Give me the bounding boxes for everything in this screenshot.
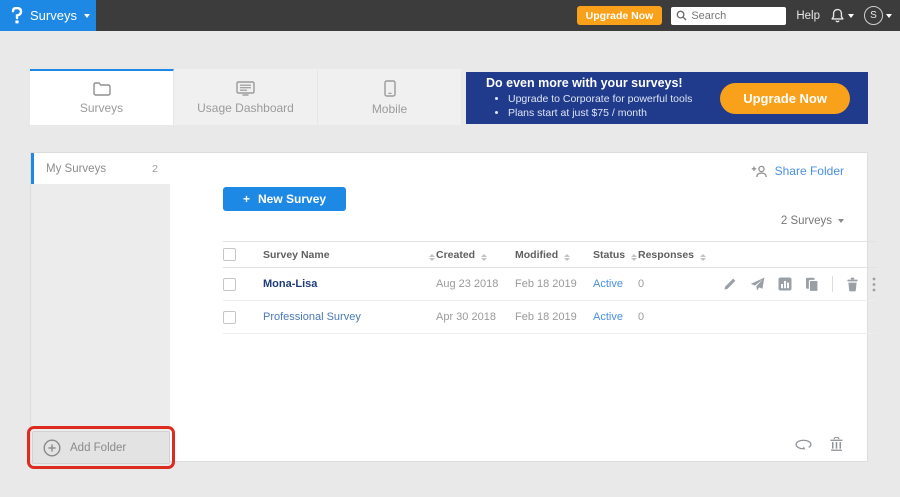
tab-usage-dashboard[interactable]: Usage Dashboard	[174, 69, 318, 125]
modified-date: Feb 18 2019	[515, 311, 593, 323]
share-folder-label: Share Folder	[775, 164, 844, 178]
tab-label: Usage Dashboard	[197, 101, 294, 115]
chevron-down-icon	[838, 219, 844, 223]
created-date: Aug 23 2018	[436, 278, 515, 290]
avatar: S	[864, 6, 883, 25]
column-header-status[interactable]: Status	[593, 249, 638, 261]
account-menu[interactable]: S	[864, 6, 892, 25]
plus-icon: +	[243, 192, 250, 206]
search-icon	[676, 10, 687, 21]
sort-icon[interactable]	[481, 254, 487, 261]
column-header-modified[interactable]: Modified	[515, 249, 593, 261]
created-date: Apr 30 2018	[436, 311, 515, 323]
upgrade-now-button[interactable]: Upgrade Now	[577, 6, 663, 25]
row-actions	[708, 276, 876, 292]
table-row: Professional Survey Apr 30 2018 Feb 18 2…	[223, 301, 876, 334]
chevron-down-icon	[848, 14, 854, 18]
new-survey-label: New Survey	[258, 192, 326, 206]
promo-bullets: Upgrade to Corporate for powerful tools …	[508, 92, 720, 120]
column-header-responses[interactable]: Responses	[638, 249, 708, 261]
row-checkbox[interactable]	[223, 278, 236, 291]
folder-icon	[93, 82, 111, 96]
select-all-checkbox[interactable]	[223, 248, 236, 261]
table-header-row: Survey Name Created Modified Status Resp…	[223, 241, 876, 268]
column-header-survey-name[interactable]: Survey Name	[263, 249, 423, 261]
send-icon[interactable]	[750, 277, 765, 291]
proprofs-logo-icon	[10, 7, 23, 24]
tab-surveys[interactable]: Surveys	[30, 69, 174, 125]
responses-count: 0	[638, 311, 708, 323]
actions-divider	[832, 276, 833, 292]
tab-label: Surveys	[80, 101, 123, 115]
survey-name-link[interactable]: Mona-Lisa	[263, 278, 317, 290]
plus-circle-icon	[43, 439, 61, 457]
product-name: Surveys	[30, 8, 77, 23]
status-badge[interactable]: Active	[593, 311, 623, 323]
sort-icon[interactable]	[700, 254, 706, 261]
annotation-highlight-box: Add Folder	[27, 426, 175, 469]
promo-banner: Do even more with your surveys! Upgrade …	[466, 72, 868, 124]
help-link[interactable]: Help	[796, 10, 820, 22]
surveys-content: Share Folder + New Survey 2 Surveys Surve…	[170, 153, 867, 461]
share-person-icon	[751, 165, 768, 178]
folder-count-badge: 2	[152, 163, 158, 175]
column-header-created[interactable]: Created	[436, 249, 515, 261]
add-folder-label: Add Folder	[70, 442, 126, 454]
search-box[interactable]	[671, 7, 786, 25]
responses-count: 0	[638, 278, 708, 290]
reports-icon[interactable]	[778, 277, 792, 291]
folders-sidebar: My Surveys 2 Add Folder	[31, 153, 170, 461]
surveys-panel: My Surveys 2 Add Folder Share Folder + Ne…	[30, 152, 868, 462]
modified-date: Feb 18 2019	[515, 278, 593, 290]
delete-icon[interactable]	[846, 277, 859, 292]
sort-icon[interactable]	[423, 249, 436, 261]
survey-count-dropdown[interactable]: 2 Surveys	[781, 215, 844, 227]
dashboard-icon	[236, 81, 255, 96]
more-options-icon[interactable]	[872, 277, 876, 292]
bell-icon	[830, 8, 845, 24]
surveys-table: Survey Name Created Modified Status Resp…	[223, 241, 876, 334]
add-folder-button[interactable]: Add Folder	[32, 431, 170, 464]
row-checkbox[interactable]	[223, 311, 236, 324]
chevron-down-icon	[84, 14, 90, 18]
restore-icon[interactable]	[795, 438, 812, 451]
trash-bin-icon[interactable]	[829, 437, 844, 452]
sidebar-item-my-surveys[interactable]: My Surveys 2	[31, 153, 170, 184]
sort-icon[interactable]	[631, 254, 637, 261]
share-folder-link[interactable]: Share Folder	[751, 164, 844, 178]
sort-icon[interactable]	[564, 254, 570, 261]
status-badge[interactable]: Active	[593, 278, 623, 290]
tab-mobile[interactable]: Mobile	[318, 69, 462, 125]
product-switcher[interactable]: Surveys	[0, 0, 96, 31]
duplicate-icon[interactable]	[805, 277, 819, 292]
folder-name: My Surveys	[46, 163, 152, 175]
survey-count-label: 2 Surveys	[781, 215, 832, 227]
mobile-icon	[384, 80, 396, 97]
promo-title: Do even more with your surveys!	[486, 76, 720, 90]
promo-bullet: Upgrade to Corporate for powerful tools	[508, 92, 720, 106]
search-input[interactable]	[691, 10, 776, 22]
notifications-menu[interactable]	[830, 8, 854, 24]
banner-upgrade-button[interactable]: Upgrade Now	[720, 83, 850, 114]
chevron-down-icon	[886, 14, 892, 18]
edit-icon[interactable]	[723, 277, 737, 291]
panel-footer-icons	[795, 437, 844, 452]
new-survey-button[interactable]: + New Survey	[223, 187, 346, 211]
top-bar: Surveys Upgrade Now Help S	[0, 0, 900, 31]
tab-strip: Surveys Usage Dashboard Mobile	[30, 69, 462, 125]
tab-label: Mobile	[372, 102, 407, 116]
table-row: Mona-Lisa Aug 23 2018 Feb 18 2019 Active…	[223, 268, 876, 301]
promo-bullet: Plans start at just $75 / month	[508, 106, 720, 120]
survey-name-link[interactable]: Professional Survey	[263, 311, 361, 323]
promo-text: Do even more with your surveys! Upgrade …	[486, 76, 720, 120]
